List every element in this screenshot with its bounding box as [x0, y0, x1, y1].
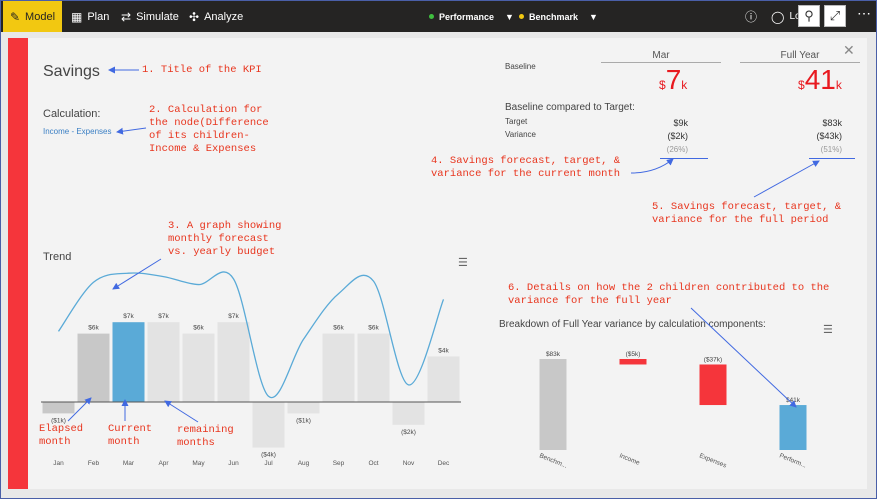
- trend-bar-jul: [252, 402, 285, 448]
- annotation-1: 1. Title of the KPI: [142, 64, 262, 76]
- trend-x-tick-label: Sep: [333, 460, 345, 467]
- waterfall-data-label: ($37k): [704, 356, 722, 363]
- waterfall-x-tick-label: Benchm...: [538, 452, 568, 470]
- annotation-2: 2. Calculation for the node(Difference o…: [149, 104, 269, 155]
- trend-x-tick-label: Aug: [298, 460, 310, 467]
- trend-data-label: $4k: [438, 347, 449, 354]
- arrow-4: [630, 158, 674, 174]
- trend-bar-dec: [427, 356, 460, 402]
- waterfall-bar-1: [619, 359, 647, 365]
- trend-x-tick-label: Apr: [158, 460, 169, 467]
- trend-bar-feb: [77, 333, 110, 402]
- trend-bar-jan: [42, 402, 75, 414]
- trend-bar-nov: [392, 402, 425, 425]
- arrow-2: [116, 127, 147, 135]
- trend-data-label: $7k: [123, 313, 134, 320]
- waterfall-x-tick-label: Perform...: [778, 452, 807, 469]
- waterfall-data-label: $41k: [786, 397, 801, 404]
- trend-bar-sep: [322, 333, 355, 402]
- trend-bar-jun: [217, 322, 250, 402]
- trend-x-tick-label: Oct: [368, 460, 378, 467]
- annotation-4: 4. Savings forecast, target, & variance …: [431, 155, 621, 180]
- waterfall-x-tick-label: Income: [618, 452, 641, 467]
- trend-bar-may: [182, 333, 215, 402]
- trend-chart: ($1k) Jan $6k Feb $7k Mar $7k Apr $6k May $7k Jun ($…: [41, 271, 461, 467]
- trend-data-label: $6k: [333, 325, 344, 332]
- trend-data-label: ($1k): [296, 417, 311, 424]
- waterfall-bar-3: [779, 405, 807, 450]
- trend-bar-apr: [147, 322, 180, 402]
- trend-x-tick-label: Jan: [53, 460, 64, 467]
- annotation-current: Current month: [108, 423, 153, 448]
- trend-data-label: $7k: [158, 313, 169, 320]
- waterfall-bar-0: [539, 359, 567, 450]
- trend-x-tick-label: Dec: [438, 460, 450, 467]
- app-window: ✎ Model ▦ Plan ⇄ Simulate ✣ Analyze Perf…: [0, 0, 877, 499]
- waterfall-x-tick-label: Expenses: [698, 452, 728, 469]
- waterfall-data-label: $83k: [546, 351, 561, 358]
- arrow-5: [753, 160, 820, 198]
- annotation-5: 5. Savings forecast, target, & variance …: [652, 201, 842, 226]
- trend-data-label: $6k: [368, 325, 379, 332]
- trend-x-tick-label: Feb: [88, 460, 100, 467]
- trend-data-label: $6k: [88, 325, 99, 332]
- breakdown-waterfall-chart: $83k Benchm... ($5k) Income ($37k) Expenses $4…: [538, 351, 807, 470]
- waterfall-bar-2: [699, 364, 727, 406]
- trend-bar-mar: [112, 322, 145, 402]
- trend-x-tick-label: Nov: [403, 460, 415, 467]
- trend-data-label: $6k: [193, 325, 204, 332]
- trend-x-tick-label: Jul: [264, 460, 273, 467]
- annotation-6: 6. Details on how the 2 children contrib…: [508, 282, 830, 307]
- annotation-remaining: remaining months: [177, 424, 234, 449]
- trend-bar-aug: [287, 402, 320, 414]
- trend-bar-oct: [357, 333, 390, 402]
- trend-x-tick-label: May: [192, 460, 205, 467]
- arrow-remaining: [164, 400, 199, 423]
- trend-data-label: ($4k): [261, 452, 276, 459]
- annotation-3: 3. A graph showing monthly forecast vs. …: [168, 220, 282, 258]
- trend-x-tick-label: Mar: [123, 460, 135, 467]
- waterfall-data-label: ($5k): [626, 351, 641, 358]
- trend-data-label: $7k: [228, 313, 239, 320]
- trend-data-label: ($2k): [401, 429, 416, 436]
- trend-x-tick-label: Jun: [228, 460, 239, 467]
- annotation-elapsed: Elapsed month: [39, 423, 84, 448]
